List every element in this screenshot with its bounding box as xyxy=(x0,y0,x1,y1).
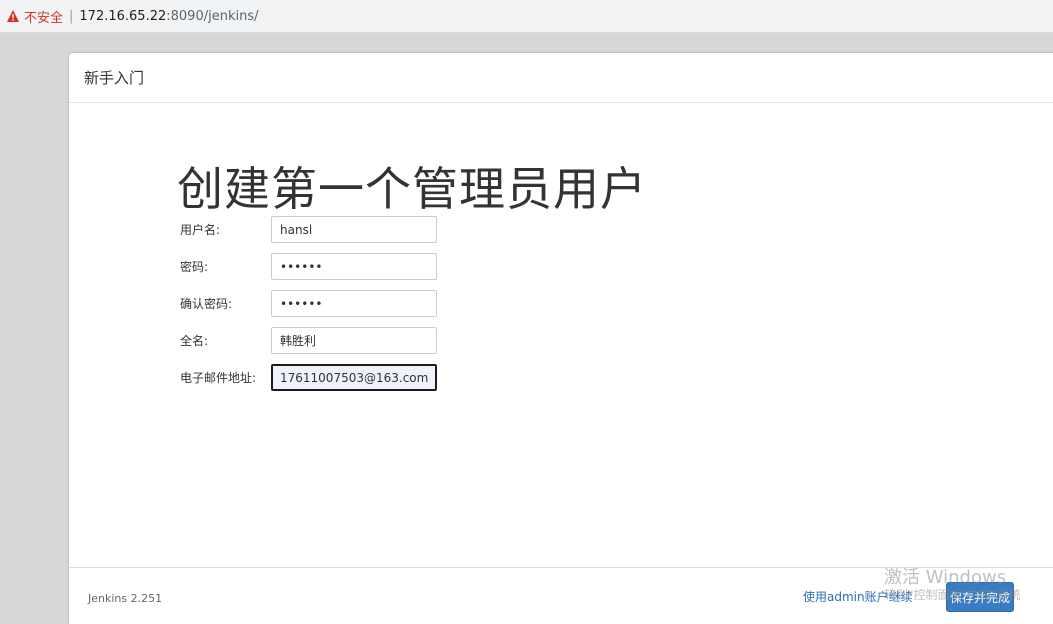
warning-icon xyxy=(7,10,19,22)
page-heading: 创建第一个管理员用户 xyxy=(177,162,647,216)
dialog-title: 新手入门 xyxy=(84,69,145,87)
address-separator: | xyxy=(69,8,74,24)
email-input[interactable] xyxy=(271,364,437,391)
username-input[interactable] xyxy=(271,216,437,243)
password-label: 密码: xyxy=(180,260,209,274)
password-input[interactable] xyxy=(271,253,437,280)
jenkins-version: Jenkins 2.251 xyxy=(88,592,163,605)
url-host: 172.16.65.22 xyxy=(79,8,167,24)
confirm-password-label: 确认密码: xyxy=(180,297,233,311)
save-and-finish-button[interactable]: 保存并完成 xyxy=(946,582,1014,612)
address-bar[interactable]: 不安全 | 172.16.65.22:8090/jenkins/ xyxy=(0,0,1053,33)
confirm-password-input[interactable] xyxy=(271,290,437,317)
fullname-label: 全名: xyxy=(180,334,209,348)
url-path: :8090/jenkins/ xyxy=(166,8,259,24)
email-label: 电子邮件地址: xyxy=(180,371,257,385)
continue-as-admin-link[interactable]: 使用admin账户继续 xyxy=(803,588,913,605)
fullname-row: 全名: xyxy=(180,322,437,359)
setup-dialog: 新手入门 创建第一个管理员用户 用户名: 密码: 确认密码: 全名: 电子邮件地… xyxy=(69,53,1053,624)
username-label: 用户名: xyxy=(180,223,221,237)
security-label[interactable]: 不安全 xyxy=(24,7,63,26)
username-row: 用户名: xyxy=(180,211,437,248)
admin-user-form: 用户名: 密码: 确认密码: 全名: 电子邮件地址: xyxy=(180,211,437,396)
password-row: 密码: xyxy=(180,248,437,285)
fullname-input[interactable] xyxy=(271,327,437,354)
email-row: 电子邮件地址: xyxy=(180,359,437,396)
confirm-password-row: 确认密码: xyxy=(180,285,437,322)
url-text[interactable]: 172.16.65.22:8090/jenkins/ xyxy=(79,9,258,24)
dialog-footer: Jenkins 2.251 使用admin账户继续 保存并完成 xyxy=(69,567,1053,624)
dialog-header: 新手入门 xyxy=(69,53,1053,103)
